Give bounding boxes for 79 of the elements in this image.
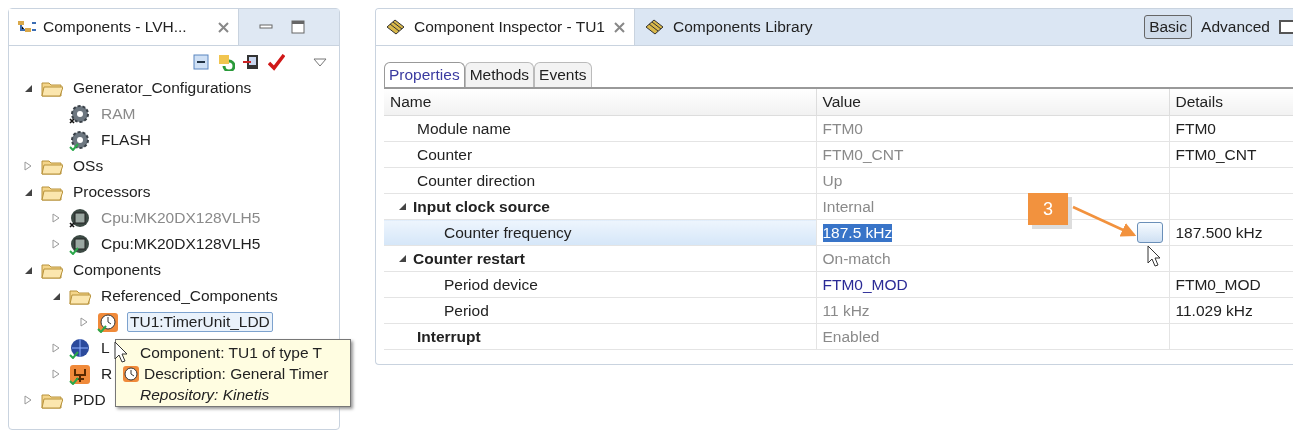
expanded-arrow-icon[interactable]: [51, 291, 61, 301]
expanded-arrow-icon[interactable]: [398, 202, 407, 211]
browse-button[interactable]: [1136, 222, 1163, 243]
tree-item[interactable]: TU1:TimerUnit_LDD: [127, 312, 273, 332]
view-tab[interactable]: Components - LVH...: [9, 9, 239, 45]
property-value: FTM0: [822, 119, 863, 138]
tree-item[interactable]: OSs: [71, 157, 106, 175]
checkmark-icon[interactable]: [268, 54, 285, 71]
collapsed-arrow-icon[interactable]: [24, 395, 32, 405]
tree-item[interactable]: Components: [71, 261, 163, 279]
tooltip-text: Component: TU1 of type T: [139, 342, 324, 363]
property-details: FTM0_CNT: [1175, 145, 1257, 163]
view-menu-icon[interactable]: [313, 57, 327, 68]
tab-label: Component Inspector - TU1: [414, 18, 605, 36]
expanded-arrow-icon[interactable]: [398, 254, 407, 263]
property-value: Internal: [822, 197, 875, 216]
chip-icon: [384, 18, 406, 36]
value-field[interactable]: 187.5 kHz: [822, 223, 893, 242]
property-value: FTM0_CNT: [822, 145, 904, 164]
tooltip-text: Description: General Timer: [144, 364, 329, 383]
tree-item[interactable]: L: [99, 339, 112, 357]
property-name: Counter: [417, 145, 473, 164]
clock-icon: [122, 364, 140, 383]
property-value: Enabled: [822, 327, 880, 346]
property-name: Module name: [417, 119, 511, 138]
collapsed-arrow-icon[interactable]: [24, 161, 32, 171]
property-name: Counter restart: [413, 249, 525, 268]
tree-item[interactable]: R: [99, 365, 115, 383]
column-header[interactable]: Details: [1169, 89, 1293, 116]
property-details: FTM0_MOD: [1175, 275, 1261, 293]
tree-item[interactable]: Referenced_Components: [99, 287, 280, 305]
collapse-all-icon[interactable]: [193, 54, 210, 71]
tree-item[interactable]: Generator_Configurations: [71, 79, 254, 97]
property-tab[interactable]: Properties: [384, 62, 465, 87]
refresh-icon[interactable]: [218, 54, 235, 71]
property-details: 187.500 kHz: [1175, 223, 1263, 241]
property-value[interactable]: FTM0_MOD: [822, 275, 908, 294]
mode-toggle[interactable]: Basic: [1144, 15, 1193, 39]
export-icon[interactable]: [243, 54, 260, 71]
view-tab[interactable]: Components Library: [635, 9, 821, 45]
collapsed-arrow-icon[interactable]: [80, 317, 88, 327]
tree-item[interactable]: Processors: [71, 183, 153, 201]
tooltip-text: Repository: Kinetis: [139, 384, 271, 405]
property-details: 11.029 kHz: [1175, 301, 1253, 319]
pointer-icon: [114, 341, 128, 363]
tree-item[interactable]: FLASH: [99, 131, 153, 149]
property-tab[interactable]: Events: [534, 62, 592, 87]
expanded-arrow-icon[interactable]: [23, 265, 33, 275]
collapsed-arrow-icon[interactable]: [52, 369, 60, 379]
property-value: 11 kHz: [822, 301, 870, 320]
expanded-arrow-icon[interactable]: [23, 187, 33, 197]
property-tab[interactable]: Methods: [464, 62, 535, 87]
close-icon[interactable]: [217, 20, 230, 34]
property-name: Period: [444, 301, 489, 320]
property-name: Counter direction: [417, 171, 536, 190]
column-header[interactable]: Name: [384, 89, 816, 116]
property-name: Counter frequency: [444, 223, 572, 242]
close-icon[interactable]: [613, 20, 626, 34]
pointer-icon: [1147, 245, 1161, 267]
property-details: FTM0: [1175, 119, 1216, 137]
expanded-arrow-icon[interactable]: [23, 83, 33, 93]
maximize-icon[interactable]: [291, 20, 305, 34]
tree-view-icon: [17, 19, 37, 35]
restore-icon[interactable]: [1279, 20, 1293, 34]
property-value: Up: [822, 171, 843, 190]
column-header[interactable]: Value: [816, 89, 1169, 116]
property-name: Period device: [444, 275, 538, 294]
view-tab[interactable]: Component Inspector - TU1: [376, 9, 635, 45]
property-name: Input clock source: [413, 197, 550, 216]
collapsed-arrow-icon[interactable]: [52, 343, 60, 353]
view-title: Components - LVH...: [43, 18, 187, 36]
collapsed-arrow-icon[interactable]: [52, 239, 60, 249]
chip-icon: [643, 18, 665, 36]
tab-label: Components Library: [673, 18, 813, 36]
mode-toggle[interactable]: Advanced: [1196, 15, 1275, 39]
tree-item[interactable]: PDD: [71, 391, 108, 409]
tree-item[interactable]: Cpu:MK20DX128VLH5: [99, 235, 263, 253]
property-name: Interrupt: [417, 327, 481, 346]
property-value: On-match: [822, 249, 891, 268]
